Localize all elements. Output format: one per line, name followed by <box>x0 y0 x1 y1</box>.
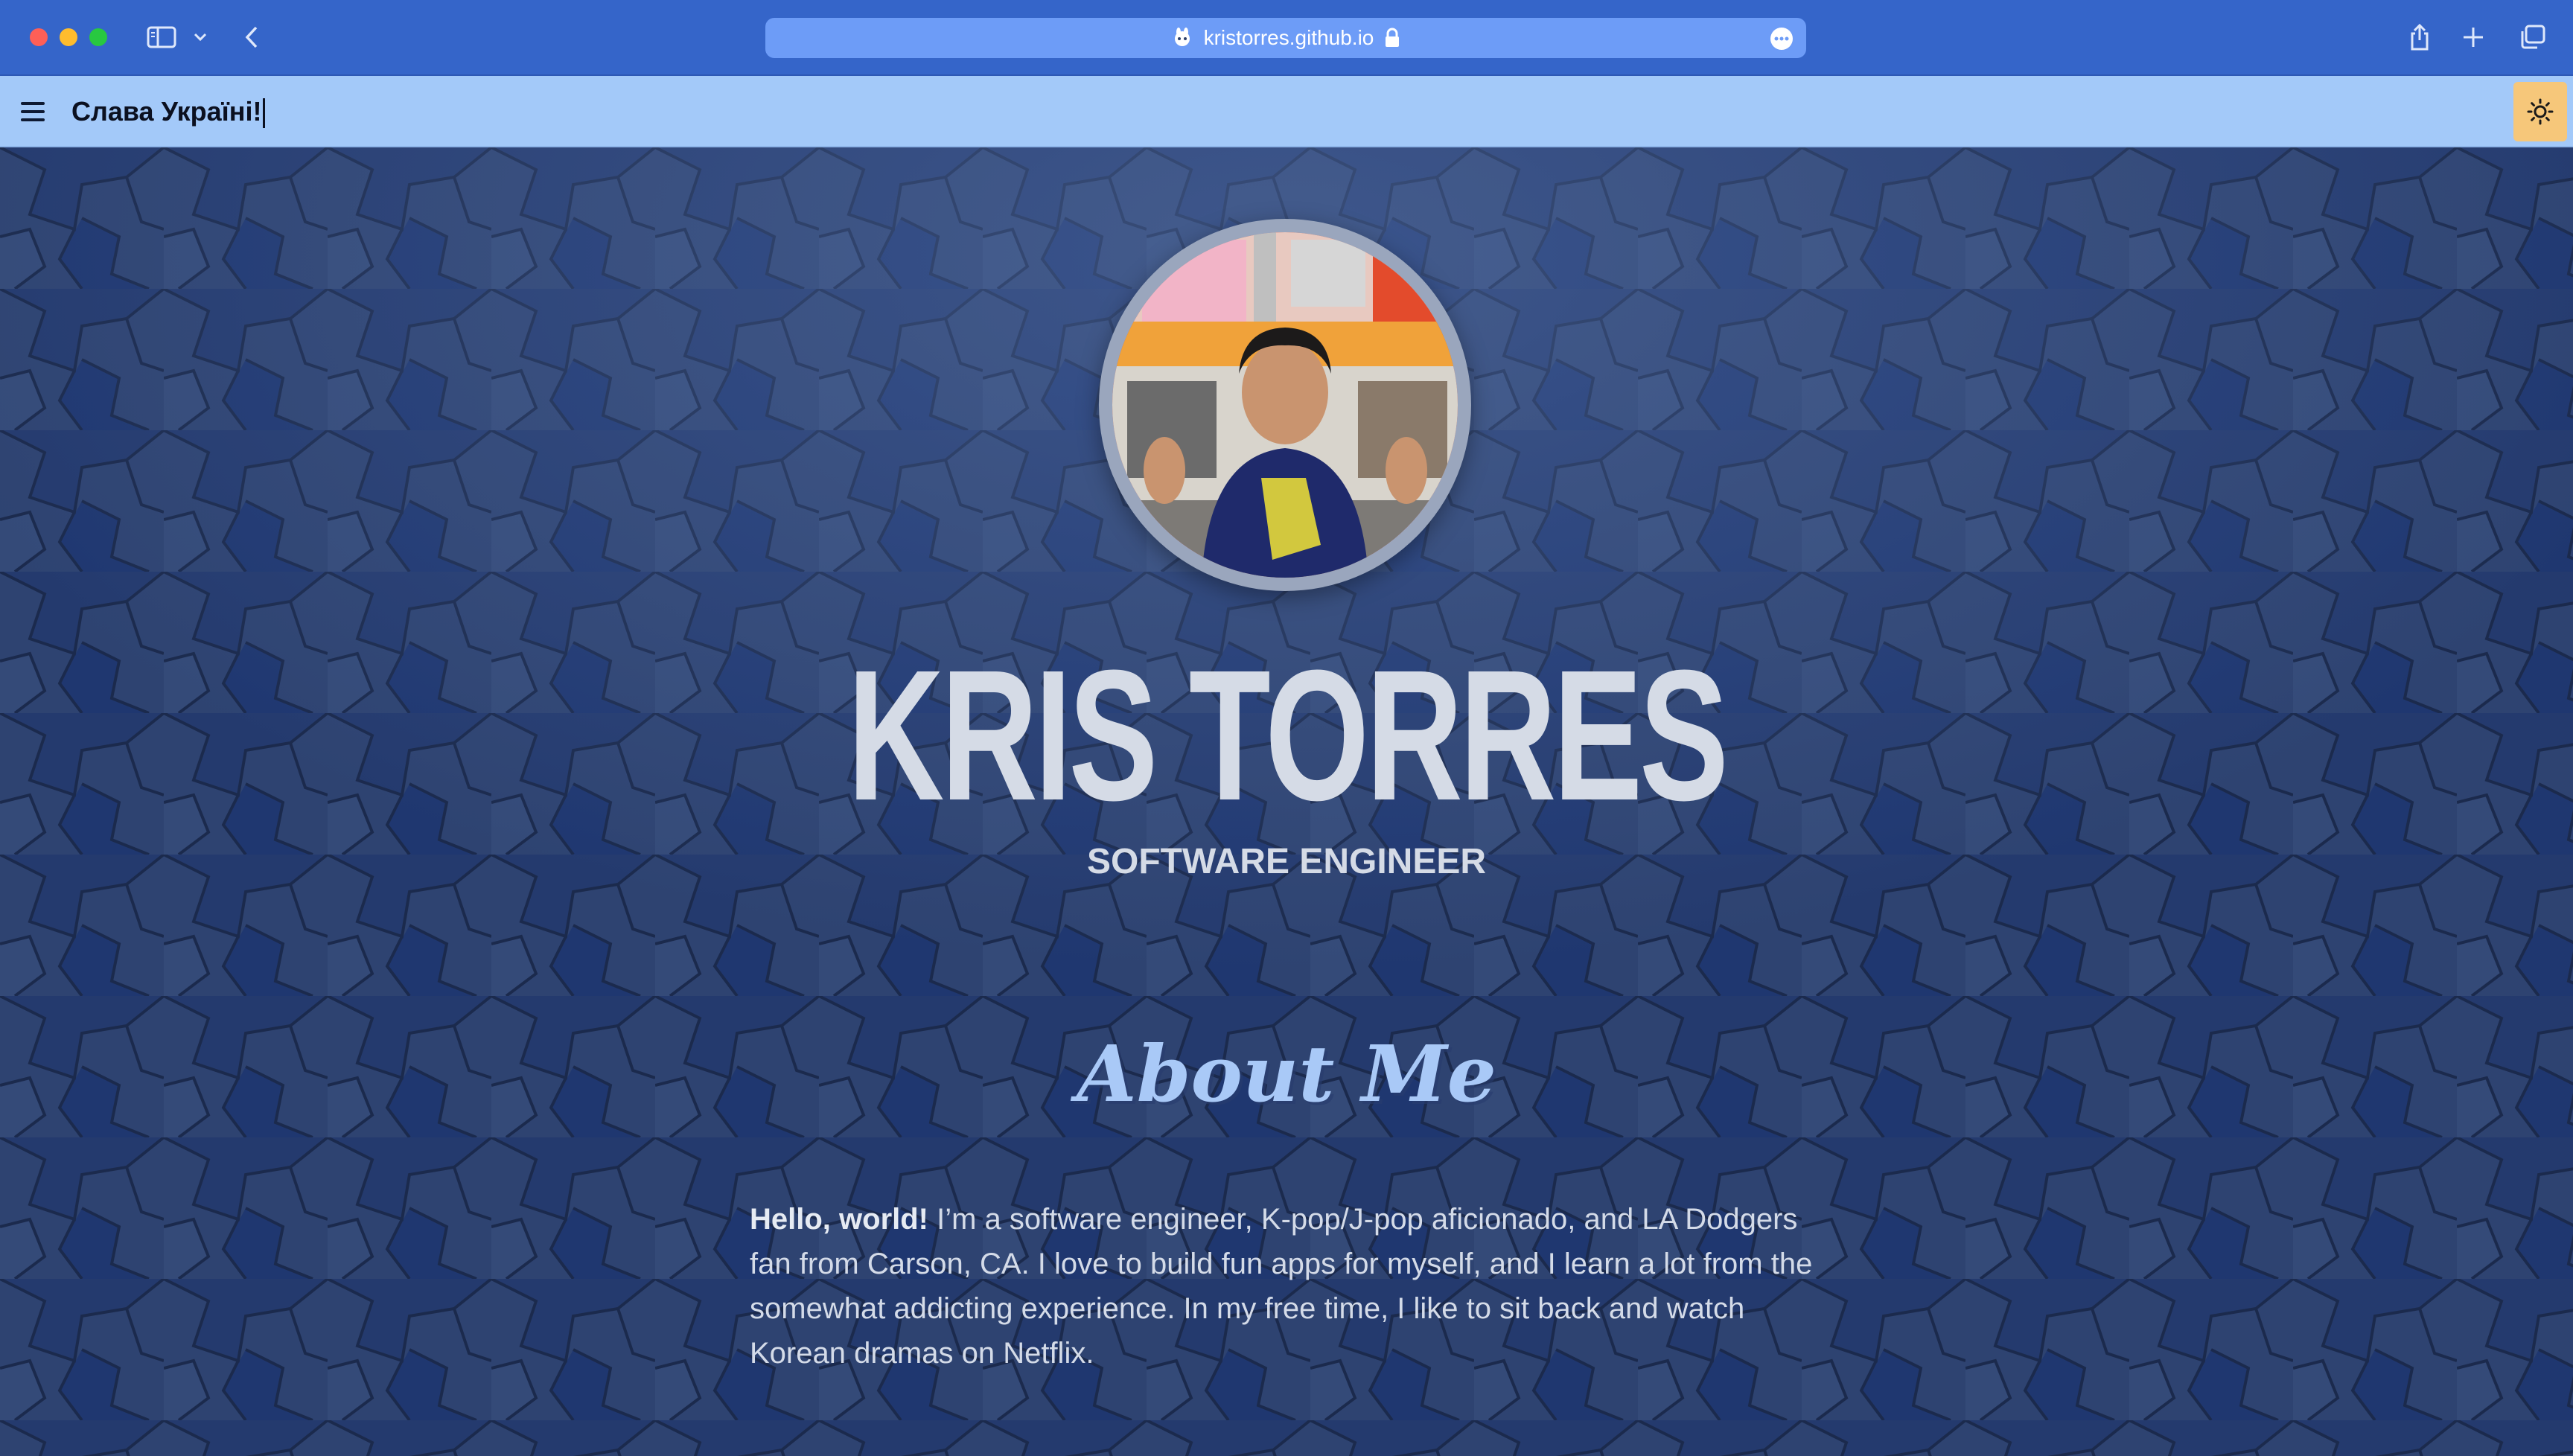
close-window-button[interactable] <box>30 28 48 46</box>
site-favicon-icon <box>1174 28 1190 46</box>
address-bar[interactable]: kristorres.github.io <box>765 18 1806 58</box>
browser-toolbar: kristorres.github.io <box>0 0 2573 76</box>
site-header: Слава Україні! <box>0 76 2573 147</box>
browser-window: kristorres.github.io Слава Україні! KRIS… <box>0 0 2573 1456</box>
tab-groups-dropdown[interactable] <box>189 18 211 57</box>
share-icon <box>2411 23 2429 51</box>
about-greeting: Hello, world! <box>750 1203 928 1236</box>
about-paragraph: Hello, world! I’m a software engineer, K… <box>750 1197 1829 1376</box>
hero-role: SOFTWARE ENGINEER <box>1086 842 1487 881</box>
menu-icon-bar <box>21 118 45 121</box>
more-icon <box>1774 36 1789 41</box>
hero-name: KRIS TORRES <box>847 631 1729 839</box>
chevron-left-icon <box>245 26 258 48</box>
share-button[interactable] <box>2405 18 2435 57</box>
main-content: KRIS TORRES SOFTWARE ENGINEER About Me H… <box>0 147 2573 1456</box>
sidebar-icon <box>147 26 176 48</box>
sun-icon <box>2527 98 2554 125</box>
url-text: kristorres.github.io <box>1203 26 1374 49</box>
sidebar-toggle-button[interactable] <box>143 18 180 57</box>
lock-icon <box>1386 28 1400 47</box>
back-button[interactable] <box>238 18 265 57</box>
page-menu-button[interactable] <box>1770 28 1793 50</box>
profile-photo-image <box>1112 232 1458 578</box>
site-title: Слава Україні! <box>71 92 266 131</box>
theme-toggle-button[interactable] <box>2513 82 2567 141</box>
typing-cursor <box>263 98 266 129</box>
tab-overview-button[interactable] <box>2516 18 2549 57</box>
site-title-text: Слава Україні! <box>71 96 262 127</box>
profile-photo-frame <box>1099 219 1471 591</box>
zoom-window-button[interactable] <box>89 28 107 46</box>
menu-icon-bar <box>21 110 45 113</box>
about-heading: About Me <box>1077 1028 1496 1120</box>
chevron-down-icon <box>194 33 207 42</box>
hamburger-menu-button[interactable] <box>21 100 45 124</box>
menu-icon-bar <box>21 102 45 105</box>
profile-photo <box>1112 232 1458 578</box>
plus-icon <box>2464 28 2483 47</box>
tabs-overview-icon <box>2521 25 2545 49</box>
new-tab-button[interactable] <box>2458 18 2488 57</box>
minimize-window-button[interactable] <box>60 28 77 46</box>
